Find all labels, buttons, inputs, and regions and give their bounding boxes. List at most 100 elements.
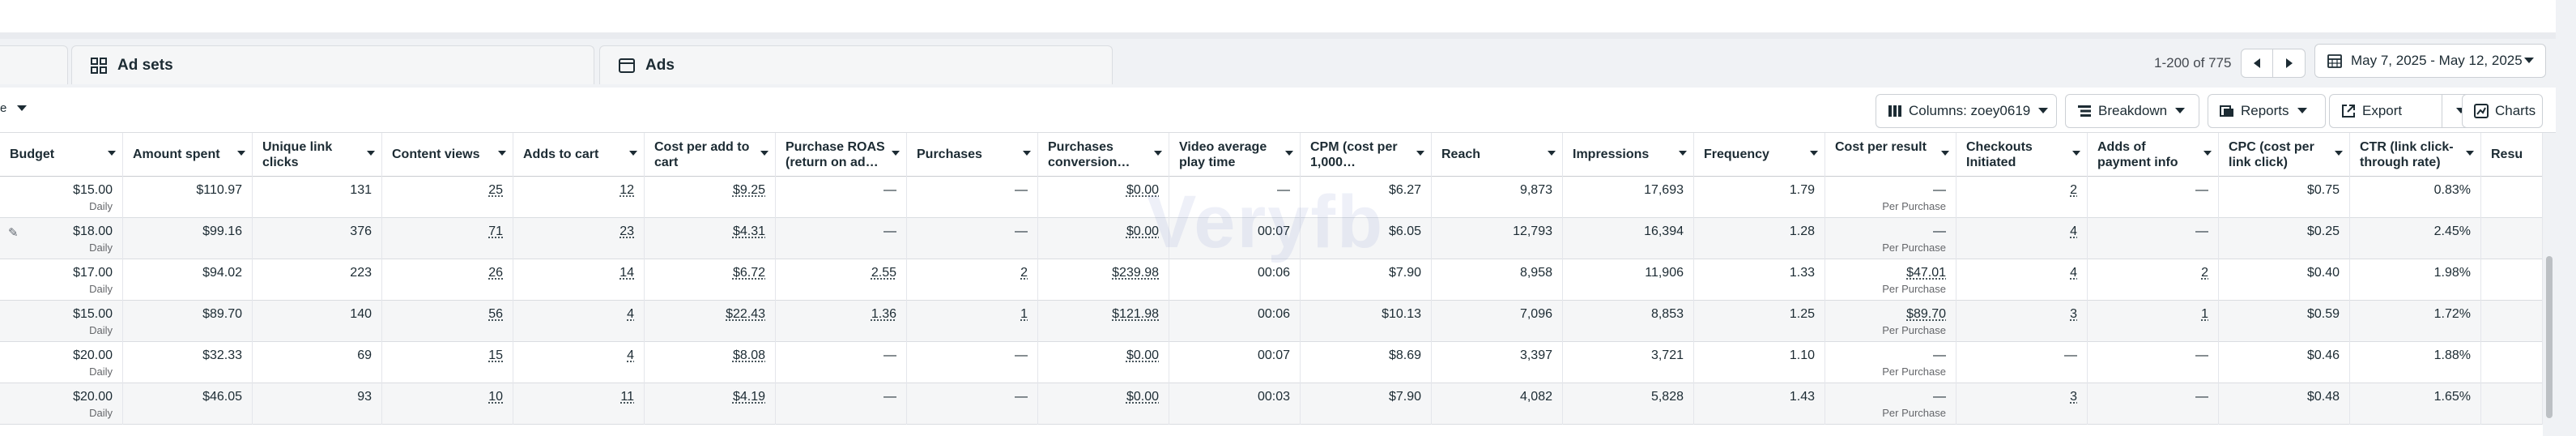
sort-caret-icon[interactable] (1285, 151, 1293, 156)
cell-value[interactable]: 1.36 (871, 307, 896, 321)
table-row[interactable]: $18.00 Daily $99.16 376 71 23 $4.31 — — $0.00 00:0… (0, 218, 2576, 259)
scrollbar-thumb[interactable] (2546, 256, 2553, 418)
column-header[interactable]: CPC (cost per link click) (2219, 133, 2350, 177)
cell-value[interactable]: $47.01 (1906, 266, 1946, 280)
sort-caret-icon[interactable] (2466, 151, 2474, 156)
tab-campaigns-partial[interactable] (0, 45, 68, 84)
cell-value[interactable]: 71 (488, 224, 503, 238)
cell-value[interactable]: 4 (627, 307, 634, 321)
cell-value[interactable]: $8.08 (733, 348, 765, 362)
cell-value[interactable]: $4.31 (733, 224, 765, 238)
tab-ad-sets[interactable]: Ad sets (71, 45, 594, 84)
cell-value: — (884, 348, 896, 362)
cell-value[interactable]: 4 (2070, 224, 2077, 238)
cell-value[interactable]: 26 (488, 266, 503, 280)
cell-value[interactable]: 11 (620, 390, 634, 404)
cell-value[interactable]: $239.98 (1112, 266, 1159, 280)
sort-caret-icon[interactable] (760, 151, 769, 156)
column-header[interactable]: CPM (cost per 1,000… (1301, 133, 1432, 177)
column-header[interactable]: Purchase ROAS (return on ad… (776, 133, 907, 177)
cell-value[interactable]: $9.25 (733, 183, 765, 197)
cell-value[interactable]: 25 (488, 183, 503, 197)
sort-caret-icon[interactable] (237, 151, 245, 156)
sort-caret-icon[interactable] (2335, 151, 2343, 156)
columns-button[interactable]: Columns: zoey0619 (1876, 94, 2057, 128)
column-header[interactable]: Video average play time (1169, 133, 1301, 177)
column-header[interactable]: Amount spent (123, 133, 253, 177)
cell-value[interactable]: 12 (620, 183, 634, 197)
sort-caret-icon[interactable] (2203, 151, 2212, 156)
cell-value[interactable]: $121.98 (1112, 307, 1159, 321)
sort-caret-icon[interactable] (629, 151, 637, 156)
export-button[interactable]: Export (2329, 94, 2442, 128)
reports-button[interactable]: Reports (2208, 94, 2326, 128)
cell-value[interactable]: 15 (488, 348, 503, 362)
column-header[interactable]: Frequency (1694, 133, 1825, 177)
sort-caret-icon[interactable] (498, 151, 506, 156)
cell-value[interactable]: $0.00 (1126, 348, 1159, 362)
cell-value[interactable]: $89.70 (1906, 307, 1946, 321)
cell-value: — (1015, 183, 1028, 197)
column-header[interactable]: Budget (0, 133, 123, 177)
cell-value[interactable]: $0.00 (1126, 183, 1159, 197)
cell-value[interactable]: $4.19 (733, 390, 765, 404)
column-header[interactable]: Purchases (907, 133, 1038, 177)
cell-value[interactable]: 2 (2201, 266, 2208, 280)
view-selector-partial[interactable]: e (0, 101, 27, 115)
table-cell: 11 (513, 383, 645, 425)
cell-value[interactable]: 2 (1020, 266, 1028, 280)
next-page-button[interactable] (2273, 49, 2306, 78)
cell-value[interactable]: 23 (620, 224, 634, 238)
column-header[interactable]: Unique link clicks (253, 133, 382, 177)
cell-value[interactable]: 10 (488, 390, 503, 404)
cell-value[interactable]: $22.43 (726, 307, 765, 321)
sort-caret-icon[interactable] (1941, 151, 1949, 156)
column-header[interactable]: Purchases conversion… (1038, 133, 1169, 177)
sort-caret-icon[interactable] (1154, 151, 1162, 156)
cell-value[interactable]: 4 (627, 348, 634, 362)
column-header[interactable]: Cost per result (1825, 133, 1956, 177)
sort-caret-icon[interactable] (1416, 151, 1424, 156)
sort-caret-icon[interactable] (1023, 151, 1031, 156)
cell-value[interactable]: $0.00 (1126, 390, 1159, 404)
sort-caret-icon[interactable] (892, 151, 900, 156)
sort-caret-icon[interactable] (2072, 151, 2080, 156)
cell-value[interactable]: 1 (1020, 307, 1028, 321)
cell-value[interactable]: 3 (2070, 390, 2077, 404)
cell-value[interactable]: $0.00 (1126, 224, 1159, 238)
column-header[interactable]: Cost per add to cart (645, 133, 776, 177)
sort-caret-icon[interactable] (1548, 151, 1556, 156)
column-header[interactable]: Reach (1432, 133, 1563, 177)
table-row[interactable]: $15.00 Daily $89.70 140 56 4 $22.43 1.36 1 $121.9… (0, 301, 2576, 342)
cell-value[interactable]: 1 (2201, 307, 2208, 321)
table-row[interactable]: $15.00 Daily $110.97 131 25 12 $9.25 — — $0.00 — $6… (0, 177, 2576, 218)
column-header[interactable]: CTR (link click-through rate) (2350, 133, 2481, 177)
table-row[interactable]: $17.00 Daily $94.02 223 26 14 $6.72 2.55 2 $239.9… (0, 259, 2576, 301)
column-header[interactable]: Adds to cart (513, 133, 645, 177)
column-header[interactable]: Adds of payment info (2088, 133, 2219, 177)
sort-caret-icon[interactable] (367, 151, 375, 156)
cell-value[interactable]: 4 (2070, 266, 2077, 280)
column-header[interactable]: Resu (2481, 133, 2543, 177)
sort-caret-icon[interactable] (108, 151, 116, 156)
cell-value[interactable]: 3 (2070, 307, 2077, 321)
column-header[interactable]: Content views (382, 133, 513, 177)
table-row[interactable]: $20.00 Daily $32.33 69 15 4 $8.08 — — $0.00 00:07 $… (0, 342, 2576, 383)
sort-caret-icon[interactable] (1810, 151, 1818, 156)
column-header[interactable]: Checkouts Initiated (1956, 133, 2088, 177)
cell-value[interactable]: $6.72 (733, 266, 765, 280)
date-range-picker[interactable]: May 7, 2025 - May 12, 2025 (2314, 44, 2546, 78)
edit-pencil-icon[interactable]: ✎ (8, 225, 19, 240)
tab-ads[interactable]: Ads (599, 45, 1113, 84)
table-row[interactable]: $20.00 Daily $46.05 93 10 11 $4.19 — — $0.00 00:03… (0, 383, 2576, 425)
column-header[interactable]: Impressions (1563, 133, 1694, 177)
vertical-scrollbar[interactable] (2543, 133, 2556, 436)
cell-value[interactable]: 56 (488, 307, 503, 321)
cell-value[interactable]: 2.55 (871, 266, 896, 280)
breakdown-button[interactable]: Breakdown (2065, 94, 2199, 128)
sort-caret-icon[interactable] (1679, 151, 1687, 156)
prev-page-button[interactable] (2241, 49, 2274, 78)
charts-button[interactable]: Charts (2462, 94, 2543, 128)
cell-value[interactable]: 14 (620, 266, 634, 280)
cell-value[interactable]: 2 (2070, 183, 2077, 197)
